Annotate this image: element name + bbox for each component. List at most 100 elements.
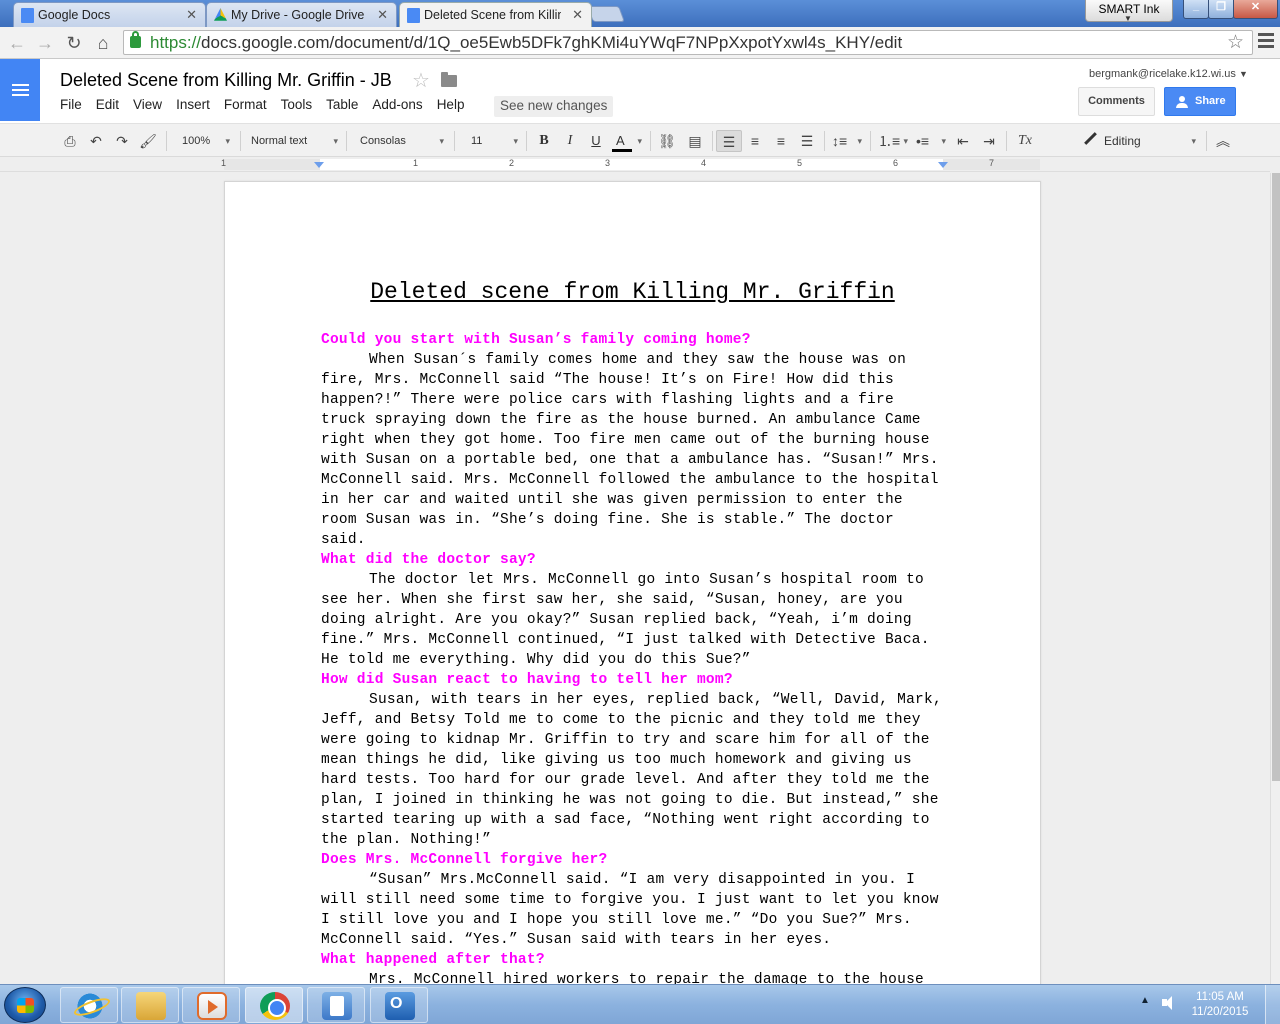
menu-tools[interactable]: Tools bbox=[281, 97, 313, 112]
system-clock[interactable]: 11:05 AM 11/20/2015 bbox=[1187, 990, 1253, 1020]
scrollbar-thumb[interactable] bbox=[1272, 173, 1280, 781]
undo-icon[interactable]: ↶ bbox=[86, 130, 106, 152]
comment-icon[interactable]: ▤ bbox=[684, 130, 706, 152]
ruler-number: 2 bbox=[509, 158, 515, 168]
clear-formatting-icon[interactable]: Tx bbox=[1012, 130, 1038, 152]
close-icon[interactable]: ✕ bbox=[186, 7, 197, 23]
home-icon[interactable]: ⌂ bbox=[92, 32, 114, 54]
document-page[interactable]: Deleted scene from Killing Mr. Griffin C… bbox=[224, 181, 1041, 984]
taskbar-google-chrome[interactable] bbox=[245, 987, 303, 1023]
share-button[interactable]: Share bbox=[1164, 87, 1236, 116]
tab-deleted-scene[interactable]: Deleted Scene from Killing ✕ bbox=[399, 2, 592, 27]
lock-icon bbox=[130, 31, 141, 48]
font-size-select[interactable]: 11 bbox=[462, 130, 520, 152]
menu-insert[interactable]: Insert bbox=[176, 97, 210, 112]
line-spacing-icon[interactable]: ↕≡ bbox=[830, 130, 864, 152]
reload-icon[interactable]: ↻ bbox=[63, 32, 85, 54]
tab-google-docs[interactable]: Google Docs ✕ bbox=[13, 2, 206, 27]
vertical-scrollbar[interactable] bbox=[1270, 173, 1280, 984]
see-new-changes-link[interactable]: See new changes bbox=[494, 96, 614, 117]
chrome-icon bbox=[260, 992, 290, 1020]
answer-paragraph: When Susan´s family comes home and they … bbox=[321, 352, 939, 548]
toolbar-divider bbox=[346, 131, 347, 151]
bold-button[interactable]: B bbox=[534, 130, 554, 152]
italic-button[interactable]: I bbox=[560, 130, 580, 152]
show-desktop-button[interactable] bbox=[1265, 985, 1280, 1024]
collapse-icon[interactable]: ︽ bbox=[1212, 130, 1234, 152]
tab-title: Google Docs bbox=[38, 8, 111, 22]
taskbar-internet-explorer[interactable] bbox=[60, 987, 118, 1023]
ruler-number: 7 bbox=[989, 158, 995, 168]
tab-title: My Drive - Google Drive bbox=[231, 8, 365, 22]
justify-icon[interactable]: ☰ bbox=[796, 130, 818, 152]
menu-view[interactable]: View bbox=[133, 97, 162, 112]
menu-help[interactable]: Help bbox=[437, 97, 465, 112]
account-email-text: bergmank@ricelake.k12.wi.us bbox=[1089, 68, 1236, 80]
menu-edit[interactable]: Edit bbox=[96, 97, 119, 112]
docs-favicon-icon bbox=[21, 8, 34, 23]
taskbar-media-player[interactable] bbox=[182, 987, 240, 1023]
print-icon[interactable]: ⎙ bbox=[60, 130, 80, 152]
redo-icon[interactable]: ↷ bbox=[112, 130, 132, 152]
bulleted-list-icon[interactable]: •≡ bbox=[914, 130, 948, 152]
text-color-button[interactable]: A bbox=[610, 130, 644, 152]
docs-favicon-icon bbox=[407, 8, 420, 23]
chevron-down-icon: ▼ bbox=[1124, 14, 1132, 23]
smart-ink-button[interactable]: SMART Ink ▼ bbox=[1085, 0, 1173, 23]
close-icon[interactable]: ✕ bbox=[377, 7, 388, 23]
document-body[interactable]: Could you start with Susan’s family comi… bbox=[321, 330, 946, 984]
paint-format-icon[interactable]: 🖌︎ bbox=[138, 130, 158, 152]
numbered-list-icon[interactable]: ⒈≡ bbox=[876, 130, 910, 152]
folder-icon[interactable] bbox=[441, 72, 457, 87]
menu-format[interactable]: Format bbox=[224, 97, 267, 112]
align-left-icon[interactable]: ☰ bbox=[716, 130, 742, 152]
link-icon[interactable]: ⛓︎ bbox=[656, 130, 678, 152]
increase-indent-icon[interactable]: ⇥ bbox=[978, 130, 1000, 152]
font-select[interactable]: Consolas bbox=[352, 130, 446, 152]
style-select[interactable]: Normal text bbox=[244, 130, 340, 152]
comments-button[interactable]: Comments bbox=[1078, 87, 1155, 116]
new-tab-button[interactable] bbox=[587, 6, 625, 22]
taskbar-outlook[interactable] bbox=[370, 987, 428, 1023]
decrease-indent-icon[interactable]: ⇤ bbox=[952, 130, 974, 152]
docs-home-icon[interactable] bbox=[0, 59, 40, 121]
address-bar[interactable]: https://docs.google.com/document/d/1Q_oe… bbox=[123, 30, 1253, 55]
editing-mode-select[interactable]: Editing bbox=[1080, 130, 1198, 152]
forward-arrow-icon[interactable]: → bbox=[34, 32, 56, 54]
star-icon[interactable]: ☆ bbox=[412, 68, 430, 93]
answer-paragraph: The doctor let Mrs. McConnell go into Su… bbox=[321, 572, 930, 668]
menu-file[interactable]: File bbox=[60, 97, 82, 112]
ruler: 1 1 2 3 4 5 6 7 bbox=[0, 157, 1270, 172]
bookmark-star-icon[interactable]: ☆ bbox=[1227, 31, 1244, 54]
align-center-icon[interactable]: ≡ bbox=[744, 130, 766, 152]
docs-header: Deleted Scene from Killing Mr. Griffin -… bbox=[0, 59, 1280, 123]
taskbar-windows-explorer[interactable] bbox=[121, 987, 179, 1023]
chrome-menu-icon[interactable] bbox=[1258, 33, 1274, 51]
show-hidden-icons-icon[interactable]: ▲ bbox=[1140, 995, 1150, 1006]
volume-icon[interactable] bbox=[1160, 995, 1176, 1011]
align-right-icon[interactable]: ≡ bbox=[770, 130, 792, 152]
taskbar-smart-notebook[interactable] bbox=[307, 987, 365, 1023]
left-indent-marker[interactable] bbox=[314, 162, 324, 168]
ruler-left-margin bbox=[224, 159, 320, 170]
maximize-button[interactable]: ❐ bbox=[1208, 0, 1234, 19]
close-window-button[interactable]: ✕ bbox=[1233, 0, 1278, 19]
right-indent-marker[interactable] bbox=[938, 162, 948, 168]
close-icon[interactable]: ✕ bbox=[572, 7, 583, 23]
answer-paragraph: Susan, with tears in her eyes, replied b… bbox=[321, 692, 942, 848]
document-title[interactable]: Deleted Scene from Killing Mr. Griffin -… bbox=[60, 70, 392, 91]
start-button[interactable] bbox=[4, 987, 46, 1023]
minimize-button[interactable]: _ bbox=[1183, 0, 1209, 19]
tab-my-drive[interactable]: My Drive - Google Drive ✕ bbox=[206, 2, 397, 27]
account-email[interactable]: bergmank@ricelake.k12.wi.us ▼ bbox=[1089, 68, 1248, 80]
media-player-icon bbox=[197, 992, 227, 1020]
menu-add-ons[interactable]: Add-ons bbox=[372, 97, 422, 112]
back-arrow-icon[interactable]: ← bbox=[6, 32, 28, 54]
zoom-select[interactable]: 100% bbox=[174, 130, 232, 152]
browser-tab-strip: Google Docs ✕ My Drive - Google Drive ✕ … bbox=[0, 0, 1280, 27]
pencil-icon bbox=[1083, 132, 1097, 146]
menu-table[interactable]: Table bbox=[326, 97, 358, 112]
underline-button[interactable]: U bbox=[586, 130, 606, 152]
share-label: Share bbox=[1195, 95, 1226, 107]
windows-taskbar: ▲ 11:05 AM 11/20/2015 bbox=[0, 984, 1280, 1024]
